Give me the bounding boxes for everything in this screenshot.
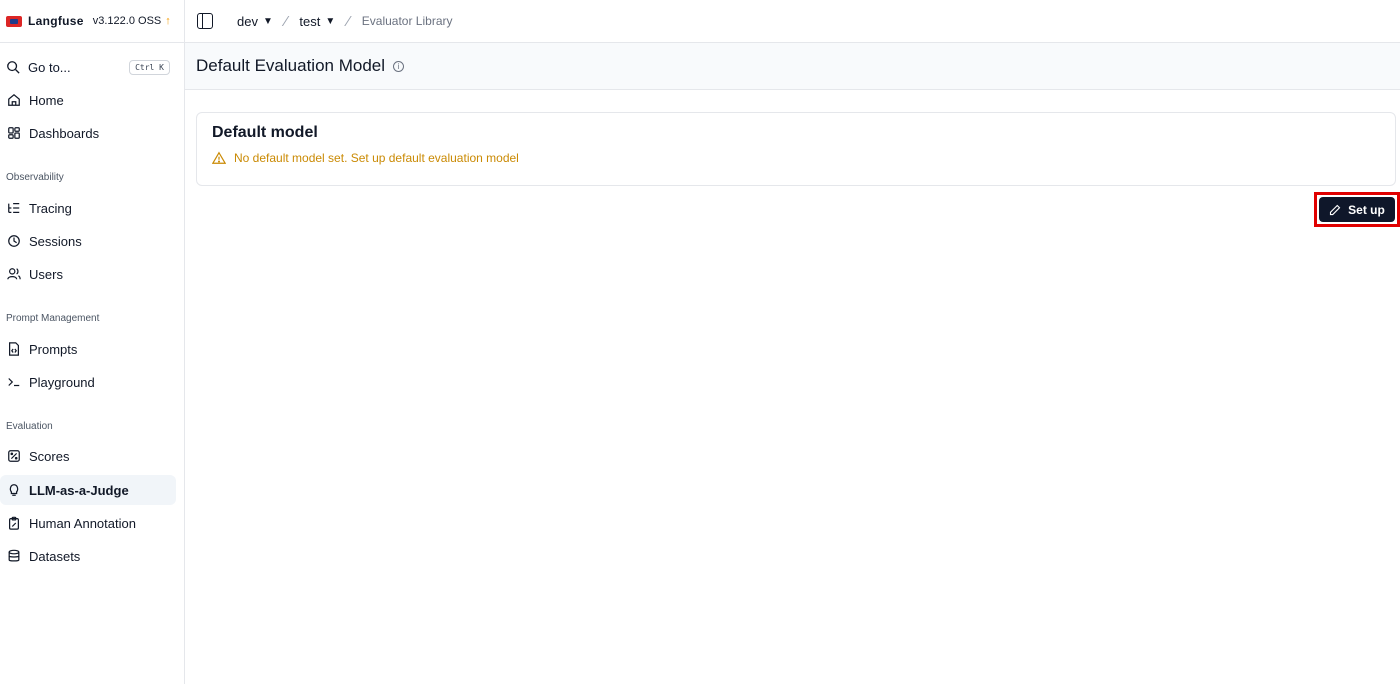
tracing-list-icon bbox=[7, 201, 21, 215]
sidebar-item-label: Prompts bbox=[29, 341, 78, 357]
database-icon bbox=[7, 549, 21, 563]
goto-shortcut: Ctrl K bbox=[129, 59, 170, 75]
sidebar-item-label: Dashboards bbox=[29, 125, 100, 141]
setup-button-highlight: Set up bbox=[1314, 192, 1400, 227]
sidebar-item-human-annotation[interactable]: Human Annotation bbox=[0, 508, 176, 538]
sidebar-item-home[interactable]: Home bbox=[0, 85, 176, 115]
sidebar-toggle-icon[interactable] bbox=[197, 13, 213, 29]
lightbulb-icon bbox=[7, 483, 21, 497]
sidebar-item-users[interactable]: Users bbox=[0, 259, 176, 289]
section-evaluation: Evaluation bbox=[6, 421, 53, 432]
goto-label: Go to... bbox=[28, 59, 71, 75]
sidebar-item-datasets[interactable]: Datasets bbox=[0, 541, 176, 571]
sidebar-item-scores[interactable]: Scores bbox=[0, 441, 176, 471]
sidebar-item-tracing[interactable]: Tracing bbox=[0, 193, 176, 223]
sidebar-item-label: LLM-as-a-Judge bbox=[29, 482, 129, 498]
chevron-down-icon: ▼ bbox=[325, 15, 336, 27]
sidebar-item-label: Sessions bbox=[29, 233, 82, 249]
breadcrumb-org-label: dev bbox=[237, 13, 258, 29]
section-prompt-management: Prompt Management bbox=[6, 313, 100, 324]
percent-square-icon bbox=[7, 449, 21, 463]
sidebar-item-label: Human Annotation bbox=[29, 515, 136, 531]
sidebar-item-llm-as-a-judge[interactable]: LLM-as-a-Judge bbox=[0, 475, 176, 505]
goto-search[interactable]: Go to... Ctrl K bbox=[6, 56, 170, 78]
update-arrow-icon[interactable]: ↑ bbox=[165, 15, 171, 27]
langfuse-logo bbox=[6, 15, 22, 27]
users-icon bbox=[7, 267, 21, 281]
card-title: Default model bbox=[212, 124, 318, 141]
page-header: Default Evaluation Model i bbox=[185, 43, 1400, 90]
breadcrumb-separator: ⁄ bbox=[284, 12, 288, 30]
breadcrumb-project-label: test bbox=[299, 13, 321, 29]
info-icon[interactable]: i bbox=[393, 60, 405, 72]
pencil-icon bbox=[1330, 204, 1341, 215]
setup-button-label: Set up bbox=[1348, 202, 1385, 217]
sidebar-item-sessions[interactable]: Sessions bbox=[0, 226, 176, 256]
sidebar-item-dashboards[interactable]: Dashboards bbox=[0, 118, 176, 148]
breadcrumb-org[interactable]: dev ▼ bbox=[237, 14, 273, 29]
breadcrumb-separator: ⁄ bbox=[347, 12, 350, 30]
main-content: dev ▼ ⁄ test ▼ ⁄ Evaluator Library Defau… bbox=[185, 0, 1400, 684]
clock-icon bbox=[7, 234, 21, 248]
sidebar-item-label: Users bbox=[29, 266, 63, 282]
brand-version: v3.122.0 OSS bbox=[92, 15, 162, 27]
brand-name: Langfuse bbox=[28, 14, 84, 28]
terminal-icon bbox=[7, 375, 21, 389]
no-default-model-warning: No default model set. Set up default eva… bbox=[212, 151, 1380, 165]
warning-text: No default model set. Set up default eva… bbox=[234, 151, 519, 165]
section-observability: Observability bbox=[6, 172, 64, 183]
page-title: Default Evaluation Model bbox=[196, 56, 386, 75]
home-icon bbox=[7, 93, 21, 107]
default-model-card: Default model No default model set. Set … bbox=[196, 112, 1396, 186]
chevron-down-icon: ▼ bbox=[262, 15, 273, 27]
file-code-icon bbox=[7, 342, 21, 356]
breadcrumb-page: Evaluator Library bbox=[361, 14, 453, 28]
sidebar-item-label: Tracing bbox=[29, 200, 72, 216]
sidebar-item-label: Scores bbox=[29, 448, 70, 464]
brand[interactable]: Langfuse v3.122.0 OSS ↑ bbox=[0, 0, 184, 43]
sidebar-item-label: Playground bbox=[29, 374, 95, 390]
search-icon bbox=[6, 60, 20, 74]
breadcrumb-project[interactable]: test ▼ bbox=[299, 14, 335, 29]
warning-triangle-icon bbox=[212, 151, 226, 164]
sidebar: Langfuse v3.122.0 OSS ↑ Go to... Ctrl K … bbox=[0, 0, 185, 684]
sidebar-item-prompts[interactable]: Prompts bbox=[0, 334, 176, 364]
sidebar-item-playground[interactable]: Playground bbox=[0, 367, 176, 397]
sidebar-item-label: Datasets bbox=[29, 548, 81, 564]
dashboard-grid-icon bbox=[7, 126, 21, 140]
clipboard-pen-icon bbox=[7, 516, 21, 530]
topbar: dev ▼ ⁄ test ▼ ⁄ Evaluator Library bbox=[185, 0, 1400, 43]
sidebar-item-label: Home bbox=[29, 92, 64, 108]
setup-button[interactable]: Set up bbox=[1319, 197, 1395, 222]
